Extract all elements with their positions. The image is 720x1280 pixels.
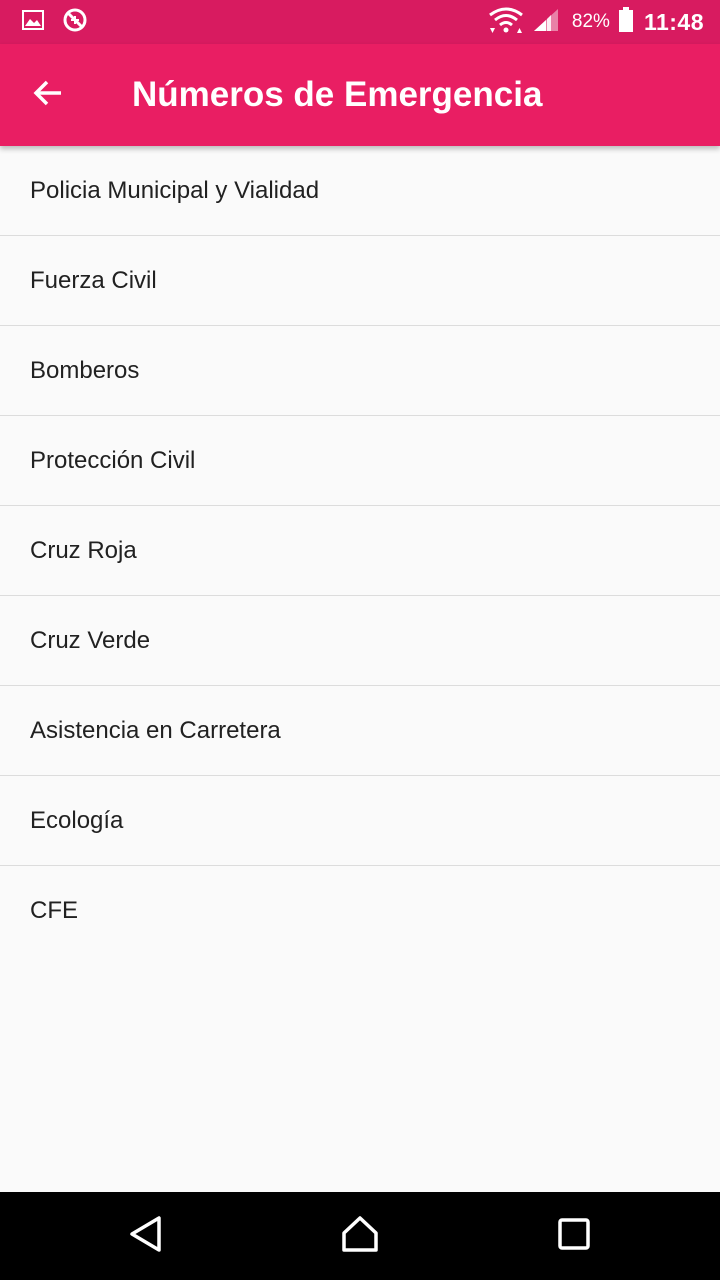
list-item[interactable]: Protección Civil	[0, 416, 720, 506]
page-title: Números de Emergencia	[132, 75, 543, 114]
list-item-label: Ecología	[30, 806, 124, 834]
nav-recents-button[interactable]	[552, 1214, 596, 1258]
nav-back-button[interactable]	[124, 1214, 168, 1258]
screen: 82% 11:48 Números de Emergencia Policia …	[0, 0, 720, 1280]
home-icon	[340, 1215, 380, 1258]
list-item-label: CFE	[30, 896, 78, 924]
wifi-icon	[488, 6, 524, 39]
list-item[interactable]: Fuerza Civil	[0, 236, 720, 326]
status-left-icons	[22, 8, 88, 35]
list-item[interactable]: Policia Municipal y Vialidad	[0, 146, 720, 236]
battery-icon	[618, 6, 634, 38]
list-item[interactable]: Bomberos	[0, 326, 720, 416]
cell-signal-icon	[532, 7, 560, 38]
system-nav-bar	[0, 1192, 720, 1280]
list-item[interactable]: Cruz Verde	[0, 596, 720, 686]
list-item-label: Asistencia en Carretera	[30, 716, 281, 744]
list-item-label: Cruz Roja	[30, 536, 137, 564]
emergency-list: Policia Municipal y Vialidad Fuerza Civi…	[0, 146, 720, 955]
recents-square-icon	[557, 1217, 591, 1256]
list-item-label: Protección Civil	[30, 446, 196, 474]
status-right-icons: 82% 11:48	[488, 0, 704, 44]
status-bar: 82% 11:48	[0, 0, 720, 44]
list-item[interactable]: Asistencia en Carretera	[0, 686, 720, 776]
app-bar: Números de Emergencia	[0, 44, 720, 146]
nav-home-button[interactable]	[338, 1214, 382, 1258]
list-item-label: Fuerza Civil	[30, 266, 157, 294]
list-item-label: Policia Municipal y Vialidad	[30, 176, 320, 204]
list-item[interactable]: Cruz Roja	[0, 506, 720, 596]
battery-percent: 82%	[571, 11, 610, 32]
list-item[interactable]: Ecología	[0, 776, 720, 866]
image-icon	[22, 9, 44, 35]
list-item-label: Cruz Verde	[30, 626, 151, 654]
arrow-back-icon	[32, 77, 64, 114]
sync-disabled-icon	[62, 7, 88, 38]
status-clock: 11:48	[643, 8, 704, 35]
list-item[interactable]: CFE	[0, 866, 720, 955]
list-item-label: Bomberos	[30, 356, 140, 384]
back-button[interactable]	[24, 71, 72, 119]
back-triangle-icon	[128, 1215, 164, 1258]
